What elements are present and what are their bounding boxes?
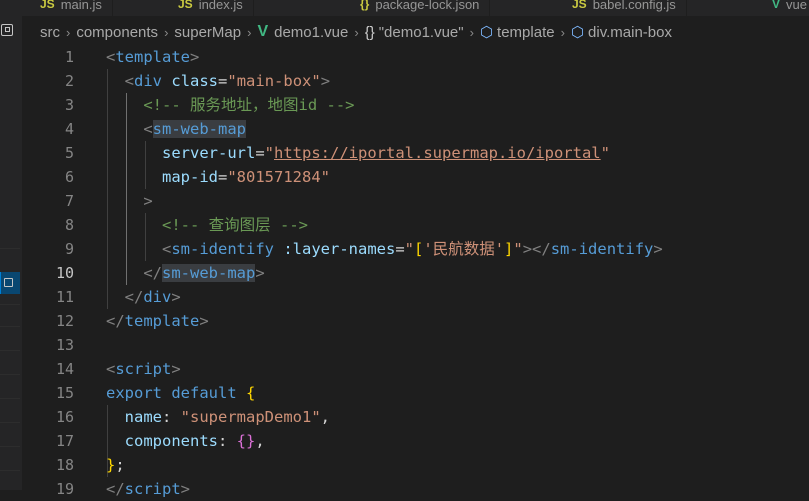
line-number: 4: [64, 120, 74, 138]
code-line-14: <script>: [106, 360, 181, 378]
code-line-15: export default {: [106, 384, 256, 402]
line-number: 14: [55, 360, 74, 378]
code-editor[interactable]: 1 2 3 4 5 6 7 8 9 10 11 12 13 14 15 16 1…: [22, 45, 809, 498]
code-line-12: </template>: [106, 312, 209, 330]
code-line-16: name: "supermapDemo1",: [124, 408, 330, 426]
code-line-17: components: {},: [124, 432, 265, 450]
chevron-right-icon: ›: [560, 24, 565, 40]
line-number: 19: [55, 480, 74, 498]
vue-file-icon: V: [257, 23, 269, 40]
line-number: 15: [55, 384, 74, 402]
code-line-4: <sm-web-map: [143, 120, 246, 138]
tab-label: package-lock.json: [375, 0, 480, 12]
code-line-2: <div class="main-box">: [124, 72, 331, 90]
chevron-right-icon: ›: [354, 24, 359, 40]
code-line-10: </sm-web-map>: [143, 264, 265, 282]
breadcrumb-template[interactable]: template: [497, 24, 555, 41]
tab-vue[interactable]: V vue: [762, 0, 809, 16]
line-number: 17: [55, 432, 74, 450]
tab-label: vue: [786, 0, 807, 12]
breadcrumb-supermap[interactable]: superMap: [174, 24, 241, 41]
code-line-1: <template>: [106, 48, 200, 66]
breadcrumb-demo1-vue[interactable]: demo1.vue: [274, 24, 348, 41]
line-number: 8: [64, 216, 74, 234]
line-number-active: 10: [55, 264, 74, 282]
code-line-6: map-id="801571284": [162, 168, 330, 186]
line-number: 12: [55, 312, 74, 330]
js-file-icon: JS: [40, 0, 55, 11]
line-number: 1: [64, 48, 74, 66]
code-line-19: </script>: [106, 480, 191, 498]
line-number: 5: [64, 144, 74, 162]
code-line-5: server-url="https://iportal.supermap.io/…: [162, 144, 610, 162]
code-line-9: <sm-identify :layer-names="['民航数据']"></s…: [162, 240, 663, 258]
breadcrumb-demo1-module[interactable]: "demo1.vue": [379, 24, 464, 41]
line-number: 2: [64, 72, 74, 90]
tab-babel-config-js[interactable]: JS babel.config.js: [562, 0, 687, 16]
tab-package-lock-json[interactable]: {} package-lock.json: [350, 0, 491, 16]
chevron-right-icon: ›: [66, 24, 71, 40]
line-number: 3: [64, 96, 74, 114]
breadcrumb: src › components › superMap › V demo1.vu…: [40, 22, 672, 42]
chevron-right-icon: ›: [247, 24, 252, 40]
line-number: 16: [55, 408, 74, 426]
js-file-icon: JS: [572, 0, 587, 11]
vue-file-icon: V: [772, 0, 781, 11]
left-panel-strip: [0, 16, 22, 490]
cube-icon: ⬡: [570, 24, 585, 41]
js-file-icon: JS: [178, 0, 193, 11]
line-number: 13: [55, 336, 74, 354]
tab-label: index.js: [198, 0, 243, 12]
selected-outline-item[interactable]: [0, 272, 20, 294]
code-line-3: <!-- 服务地址，地图id -->: [143, 96, 355, 114]
tab-index-js[interactable]: JS index.js: [168, 0, 254, 16]
tab-main-js[interactable]: JS main.js: [30, 0, 113, 16]
line-number: 11: [55, 288, 74, 306]
tab-label: main.js: [60, 0, 102, 12]
breadcrumb-components[interactable]: components: [76, 24, 158, 41]
split-editor-icon[interactable]: [1, 24, 13, 36]
code-line-8: <!-- 查询图层 -->: [162, 216, 308, 234]
code-line-11: </div>: [124, 288, 181, 306]
code-line-18: };: [106, 456, 125, 474]
chevron-right-icon: ›: [164, 24, 169, 40]
code-line-7: >: [143, 192, 153, 210]
editor-tab-bar: JS main.js JS index.js {} package-lock.j…: [0, 0, 809, 16]
json-file-icon: {}: [360, 0, 370, 11]
line-number: 18: [55, 456, 74, 474]
braces-icon: {}: [364, 23, 375, 41]
line-number: 7: [64, 192, 74, 210]
line-number: 6: [64, 168, 74, 186]
outline-item-icon: [4, 278, 13, 287]
breadcrumb-div-main-box[interactable]: div.main-box: [588, 24, 672, 41]
tab-label: babel.config.js: [592, 0, 676, 12]
chevron-right-icon: ›: [469, 24, 474, 40]
url-link[interactable]: https://iportal.supermap.io/iportal: [274, 144, 601, 162]
cube-icon: ⬡: [479, 24, 494, 41]
line-number: 9: [64, 240, 74, 258]
breadcrumb-src[interactable]: src: [40, 24, 60, 41]
